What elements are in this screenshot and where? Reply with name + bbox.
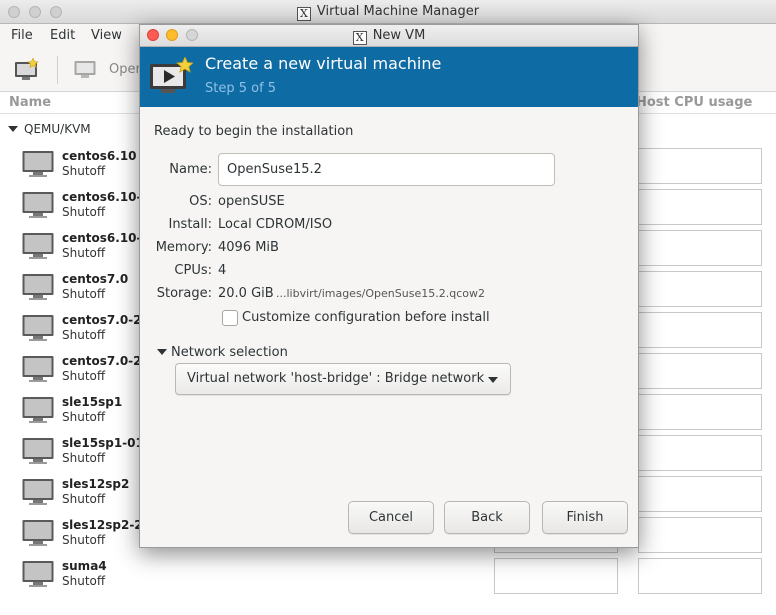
- finish-button[interactable]: Finish: [542, 501, 628, 534]
- main-title: X Virtual Machine Manager: [0, 4, 776, 21]
- name-label: Name:: [169, 162, 212, 177]
- vm-state: Shutoff: [62, 410, 106, 424]
- dialog-title: X New VM: [140, 28, 638, 45]
- vm-state: Shutoff: [62, 492, 106, 506]
- vm-monitor-icon: [22, 233, 54, 259]
- vm-monitor-icon: [22, 192, 54, 218]
- vm-state: Shutoff: [62, 287, 106, 301]
- vm-state: Shutoff: [62, 205, 106, 219]
- dropdown-arrow-icon: [488, 377, 498, 383]
- vm-state: Shutoff: [62, 328, 106, 342]
- new-vm-banner-icon: [150, 57, 193, 93]
- vm-state: Shutoff: [62, 533, 106, 547]
- cancel-button[interactable]: Cancel: [348, 501, 434, 534]
- memory-value: 4096 MiB: [218, 240, 279, 255]
- banner-step: Step 5 of 5: [205, 81, 277, 96]
- menu-edit[interactable]: Edit: [50, 28, 75, 43]
- network-source-value: Virtual network 'host-bridge' : Bridge n…: [187, 371, 485, 386]
- install-value: Local CDROM/ISO: [218, 217, 333, 232]
- storage-path: ...libvirt/images/OpenSuse15.2.qcow2: [276, 287, 485, 300]
- host-cpu-graph: [638, 517, 762, 553]
- network-selection-label[interactable]: Network selection: [171, 345, 288, 360]
- network-source-dropdown[interactable]: Virtual network 'host-bridge' : Bridge n…: [175, 363, 511, 395]
- vm-name: suma4: [62, 559, 107, 573]
- customize-config-label[interactable]: Customize configuration before install: [242, 310, 490, 325]
- menu-file[interactable]: File: [11, 28, 33, 43]
- ready-text: Ready to begin the installation: [154, 124, 354, 139]
- vm-state: Shutoff: [62, 246, 106, 260]
- vm-name: sles12sp2: [62, 477, 130, 491]
- wizard-banner: Create a new virtual machine Step 5 of 5: [140, 47, 638, 107]
- vm-state: Shutoff: [62, 164, 106, 178]
- vm-monitor-icon: [22, 561, 54, 587]
- vm-name: centos7.0-2: [62, 354, 142, 368]
- vm-name: sle15sp1-01: [62, 436, 144, 450]
- dialog-title-text: New VM: [372, 28, 426, 43]
- expander-arrow-icon[interactable]: [157, 349, 167, 355]
- main-title-text: Virtual Machine Manager: [316, 4, 480, 19]
- host-cpu-graph: [638, 394, 762, 430]
- vm-monitor-icon: [22, 151, 54, 177]
- vm-monitor-icon: [22, 356, 54, 382]
- storage-value: 20.0 GiB: [218, 286, 274, 301]
- connection-label: QEMU/KVM: [24, 122, 91, 136]
- host-cpu-graph: [638, 271, 762, 307]
- host-cpu-graph: [638, 435, 762, 471]
- os-value: openSUSE: [218, 194, 285, 209]
- os-label: OS:: [189, 194, 212, 209]
- host-cpu-graph: [638, 312, 762, 348]
- column-host-cpu-header[interactable]: Host CPU usage: [636, 95, 752, 110]
- vm-name-input[interactable]: [218, 153, 555, 186]
- vm-name: sles12sp2-2: [62, 518, 143, 532]
- menu-view[interactable]: View: [91, 28, 122, 43]
- host-cpu-graph: [638, 558, 762, 594]
- connection-row[interactable]: QEMU/KVM: [8, 122, 91, 136]
- open-vm-icon[interactable]: [74, 60, 96, 80]
- cpus-label: CPUs:: [174, 263, 212, 278]
- storage-label: Storage:: [156, 286, 212, 301]
- customize-config-checkbox[interactable]: [222, 310, 238, 326]
- vm-state: Shutoff: [62, 451, 106, 465]
- back-button[interactable]: Back: [444, 501, 530, 534]
- x11-icon: X: [296, 7, 311, 21]
- install-label: Install:: [168, 217, 212, 232]
- column-name-header[interactable]: Name: [9, 95, 51, 110]
- host-cpu-graph: [638, 148, 762, 184]
- host-cpu-graph: [638, 230, 762, 266]
- host-cpu-graph: [638, 353, 762, 389]
- expand-arrow-icon[interactable]: [8, 126, 18, 132]
- vm-monitor-icon: [22, 274, 54, 300]
- x11-icon: X: [352, 31, 367, 45]
- toolbar-separator: [57, 56, 58, 84]
- vm-state: Shutoff: [62, 369, 106, 383]
- dialog-titlebar: X New VM: [140, 25, 638, 47]
- vm-monitor-icon: [22, 315, 54, 341]
- new-vm-dialog: X New VM Create a new virtual machine Ste…: [139, 24, 639, 548]
- guest-cpu-graph: [494, 558, 618, 594]
- cpus-value: 4: [218, 263, 227, 278]
- memory-label: Memory:: [155, 240, 212, 255]
- new-vm-icon[interactable]: [14, 58, 40, 82]
- banner-title: Create a new virtual machine: [205, 54, 442, 73]
- host-cpu-graph: [638, 476, 762, 512]
- vm-name: centos7.0-2: [62, 313, 142, 327]
- vm-monitor-icon: [22, 479, 54, 505]
- vm-name: centos6.10: [62, 149, 137, 163]
- vm-state: Shutoff: [62, 574, 106, 588]
- vm-monitor-icon: [22, 520, 54, 546]
- vm-name: sle15sp1: [62, 395, 123, 409]
- vm-monitor-icon: [22, 438, 54, 464]
- vm-row[interactable]: suma4 Shutoff: [0, 556, 776, 597]
- network-selection-expander[interactable]: Network selection: [157, 345, 288, 360]
- vm-monitor-icon: [22, 397, 54, 423]
- main-titlebar: X Virtual Machine Manager: [0, 0, 776, 24]
- host-cpu-graph: [638, 189, 762, 225]
